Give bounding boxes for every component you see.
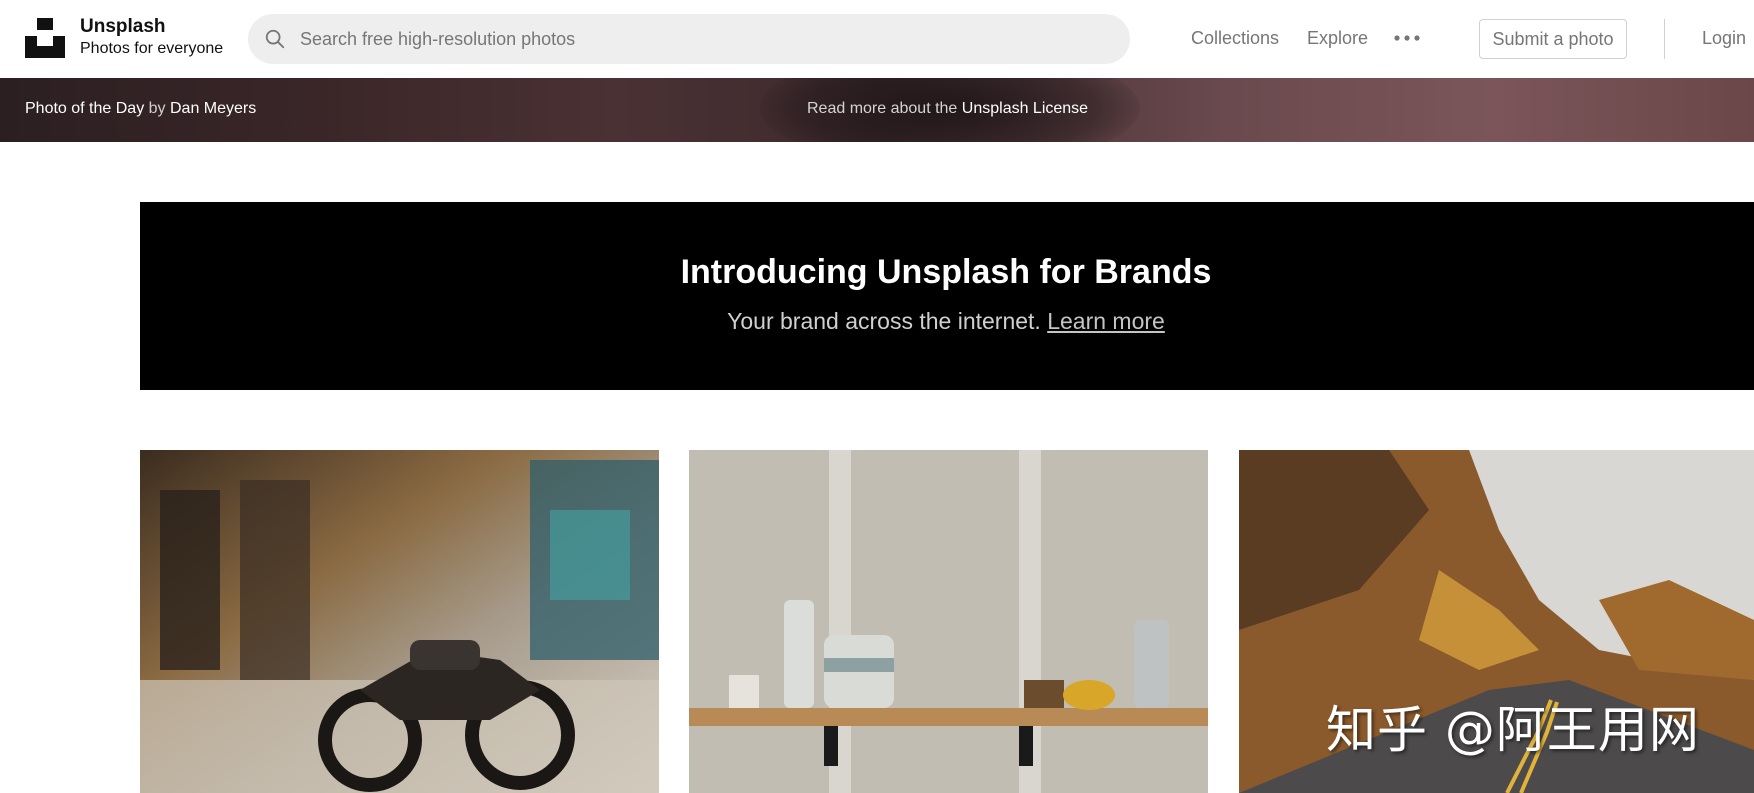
top-header: Unsplash Photos for everyone Collections…: [0, 0, 1754, 78]
nav-explore[interactable]: Explore: [1307, 27, 1368, 49]
brand[interactable]: Unsplash Photos for everyone: [80, 16, 223, 60]
search-bar[interactable]: [248, 14, 1130, 64]
potd-label[interactable]: Photo of the Day: [25, 100, 144, 117]
search-input[interactable]: [300, 14, 1110, 64]
brand-tagline: Photos for everyone: [80, 40, 224, 57]
search-icon[interactable]: [264, 28, 286, 50]
submit-photo-button[interactable]: Submit a photo: [1479, 19, 1627, 59]
brands-banner[interactable]: Introducing Unsplash for Brands Your bra…: [140, 202, 1754, 390]
license-link[interactable]: Unsplash License: [962, 100, 1088, 117]
potd-by: by: [148, 100, 166, 117]
brand-name: Unsplash: [80, 16, 166, 37]
learn-more-link[interactable]: Learn more: [1047, 308, 1165, 334]
potd-credit: Photo of the Day by Dan Meyers: [25, 99, 256, 119]
license-prefix: Read more about the: [807, 100, 958, 117]
banner-title: Introducing Unsplash for Brands: [680, 253, 1212, 291]
unsplash-logo-icon[interactable]: [25, 18, 65, 58]
photo-motorcycle[interactable]: [140, 450, 659, 793]
license-note: Read more about the Unsplash License: [807, 99, 1088, 119]
photo-shelf[interactable]: [689, 450, 1208, 793]
login-link[interactable]: Login: [1702, 27, 1746, 49]
header-divider: [1664, 19, 1665, 59]
nav-collections[interactable]: Collections: [1191, 27, 1279, 49]
banner-subtitle: Your brand across the internet. Learn mo…: [140, 306, 1754, 336]
watermark-text: 知乎 @阿王用网: [1326, 701, 1700, 759]
motorcycle-photo-image: [140, 450, 659, 793]
photo-of-the-day-strip[interactable]: Photo of the Day by Dan Meyers Read more…: [0, 78, 1754, 142]
shelf-photo-image: [689, 450, 1208, 793]
banner-subtitle-text: Your brand across the internet.: [727, 308, 1041, 334]
potd-author-link[interactable]: Dan Meyers: [170, 100, 256, 117]
more-horizontal-icon[interactable]: [1393, 30, 1421, 46]
